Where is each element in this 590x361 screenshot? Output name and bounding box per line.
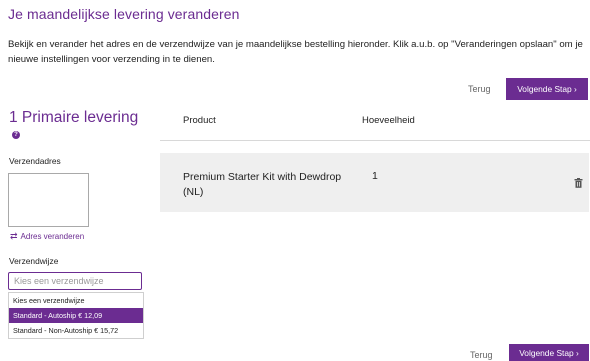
dropdown-option-non-autoship[interactable]: Standard - Non-Autoship € 15,72 bbox=[9, 323, 143, 338]
shipping-method-select[interactable]: Kies een verzendwijze bbox=[8, 272, 142, 290]
next-step-button-top[interactable]: Volgende Stap › bbox=[506, 78, 588, 100]
help-icon[interactable]: ? bbox=[12, 131, 20, 139]
section-title: 1 Primaire levering bbox=[9, 109, 139, 126]
next-step-button-bottom[interactable]: Volgende Stap › bbox=[509, 344, 589, 361]
back-link-bottom[interactable]: Terug bbox=[470, 350, 493, 360]
shipping-address-box bbox=[8, 173, 89, 227]
dropdown-option-autoship[interactable]: Standard - Autoship € 12,09 bbox=[9, 308, 143, 323]
shipping-address-label: Verzendadres bbox=[9, 156, 61, 166]
column-header-quantity: Hoeveelheid bbox=[362, 115, 415, 126]
column-header-product: Product bbox=[183, 115, 216, 126]
product-quantity: 1 bbox=[372, 170, 378, 182]
header-divider bbox=[160, 140, 590, 141]
page-title: Je maandelijkse levering veranderen bbox=[8, 6, 240, 22]
trash-icon[interactable] bbox=[574, 178, 583, 188]
shipping-method-dropdown: Kies een verzendwijze Standard - Autoshi… bbox=[8, 292, 144, 339]
back-link-top[interactable]: Terug bbox=[468, 84, 491, 94]
product-name: Premium Starter Kit with Dewdrop (NL) bbox=[183, 171, 342, 198]
change-address-link[interactable]: ⇄ Adres veranderen bbox=[10, 231, 85, 242]
change-address-label: Adres veranderen bbox=[20, 232, 85, 241]
intro-text: Bekijk en verander het adres en de verze… bbox=[8, 39, 583, 65]
shipping-method-label: Verzendwijze bbox=[9, 256, 59, 266]
swap-arrows-icon: ⇄ bbox=[10, 231, 18, 241]
dropdown-option-choose[interactable]: Kies een verzendwijze bbox=[9, 293, 143, 308]
